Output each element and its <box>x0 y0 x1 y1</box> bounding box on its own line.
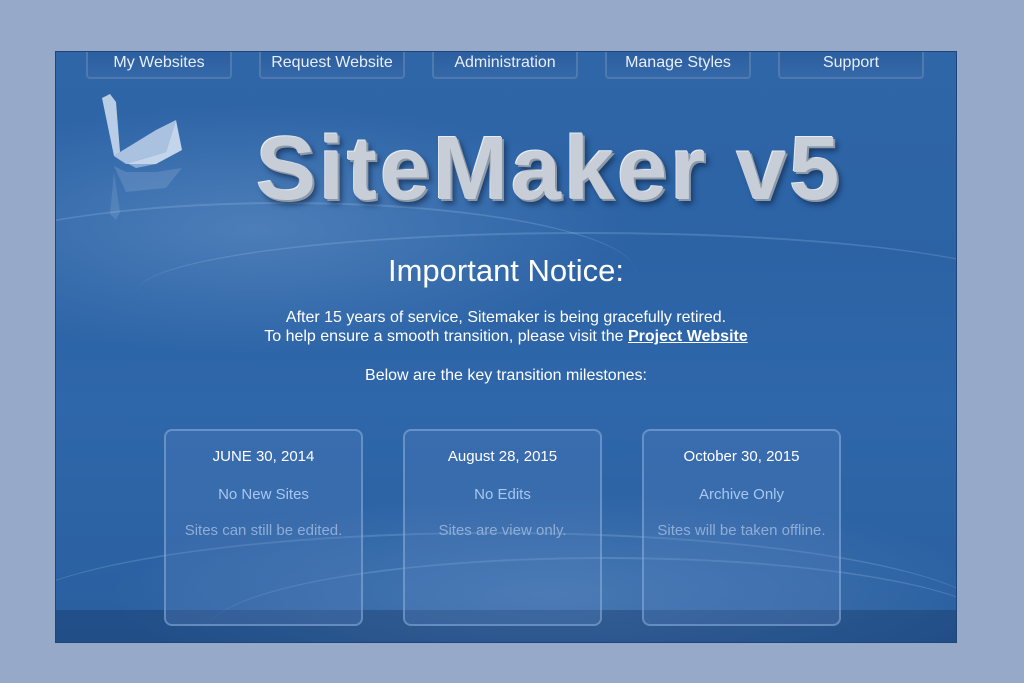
nav-tab-support[interactable]: Support <box>778 52 924 79</box>
milestone-date: October 30, 2015 <box>683 448 800 465</box>
top-navigation: My Websites Request Website Administrati… <box>56 52 956 82</box>
milestone-description: Sites are view only. <box>438 522 567 539</box>
app-title: SiteMaker v5 <box>256 119 843 219</box>
milestone-description: Sites can still be edited. <box>184 522 343 539</box>
milestone-status: No Edits <box>474 486 531 503</box>
milestone-date: JUNE 30, 2014 <box>212 448 315 465</box>
milestones-intro: Below are the key transition milestones: <box>365 367 647 384</box>
milestone-card: August 28, 2015 No Edits Sites are view … <box>403 429 602 626</box>
notice-line-2: To help ensure a smooth transition, plea… <box>56 327 956 346</box>
milestone-card: JUNE 30, 2014 No New Sites Sites can sti… <box>164 429 363 626</box>
nav-tab-administration[interactable]: Administration <box>432 52 578 79</box>
milestone-status: No New Sites <box>218 486 309 503</box>
notice-heading: Important Notice: <box>387 253 625 288</box>
milestone-status: Archive Only <box>698 486 785 503</box>
nav-tab-request-website[interactable]: Request Website <box>259 52 405 79</box>
nav-tab-my-websites[interactable]: My Websites <box>86 52 232 79</box>
milestone-date: August 28, 2015 <box>447 448 558 465</box>
nav-tab-manage-styles[interactable]: Manage Styles <box>605 52 751 79</box>
notice-line-2-text: To help ensure a smooth transition, plea… <box>264 328 624 345</box>
milestone-card: October 30, 2015 Archive Only Sites will… <box>642 429 841 626</box>
origami-swan-icon <box>102 94 182 220</box>
main-panel: My Websites Request Website Administrati… <box>55 51 957 643</box>
milestone-description: Sites will be taken offline. <box>657 522 826 539</box>
project-website-link[interactable]: Project Website <box>628 328 748 345</box>
notice-line-1: After 15 years of service, Sitemaker is … <box>285 309 727 326</box>
